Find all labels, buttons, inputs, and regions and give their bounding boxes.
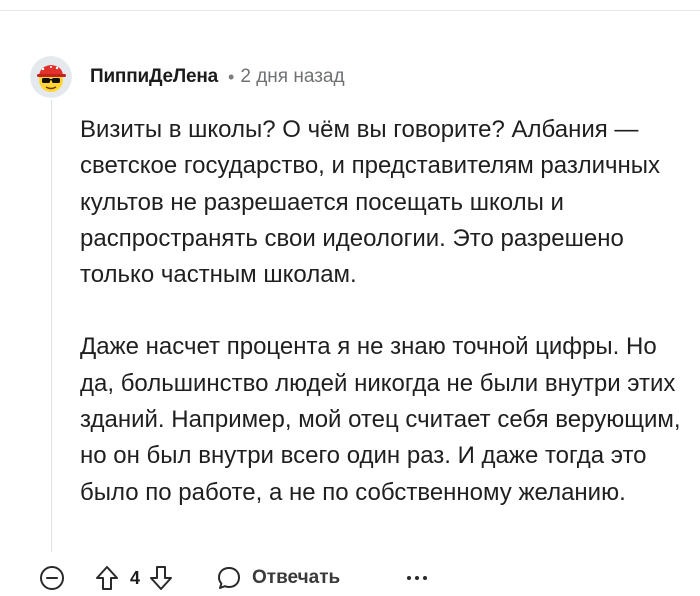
- collapse-thread-button[interactable]: [36, 562, 68, 594]
- comment-action-bar: 4 Отвечать: [36, 560, 700, 596]
- more-options-button[interactable]: [402, 568, 432, 588]
- collapse-minus-icon: [40, 566, 64, 590]
- user-avatar[interactable]: [30, 56, 72, 98]
- speech-bubble-icon: [218, 567, 241, 589]
- comment-header: ПиппиДеЛена • 2 дня назад: [30, 54, 345, 100]
- arrow-up-icon: [96, 566, 118, 590]
- upvote-button[interactable]: [94, 564, 120, 592]
- comment-body: Визиты в школы? О чём вы говорите? Албан…: [80, 112, 685, 511]
- downvote-button[interactable]: [148, 564, 174, 592]
- reply-button[interactable]: Отвечать: [216, 565, 340, 591]
- thread-line[interactable]: [51, 100, 52, 552]
- vote-controls: 4: [94, 564, 174, 592]
- vote-count: 4: [130, 567, 141, 588]
- comment-paragraph: Визиты в школы? О чём вы говорите? Албан…: [80, 116, 661, 289]
- comment-paragraph: Даже насчет процента я не знаю точной ци…: [80, 333, 681, 506]
- comment-timestamp[interactable]: 2 дня назад: [240, 66, 344, 88]
- reply-label: Отвечать: [252, 567, 341, 588]
- author-name[interactable]: ПиппиДеЛена: [90, 66, 218, 88]
- arrow-down-icon: [150, 566, 173, 590]
- top-divider: [0, 10, 700, 11]
- meta-separator: •: [228, 66, 235, 87]
- ellipsis-icon: [407, 576, 428, 580]
